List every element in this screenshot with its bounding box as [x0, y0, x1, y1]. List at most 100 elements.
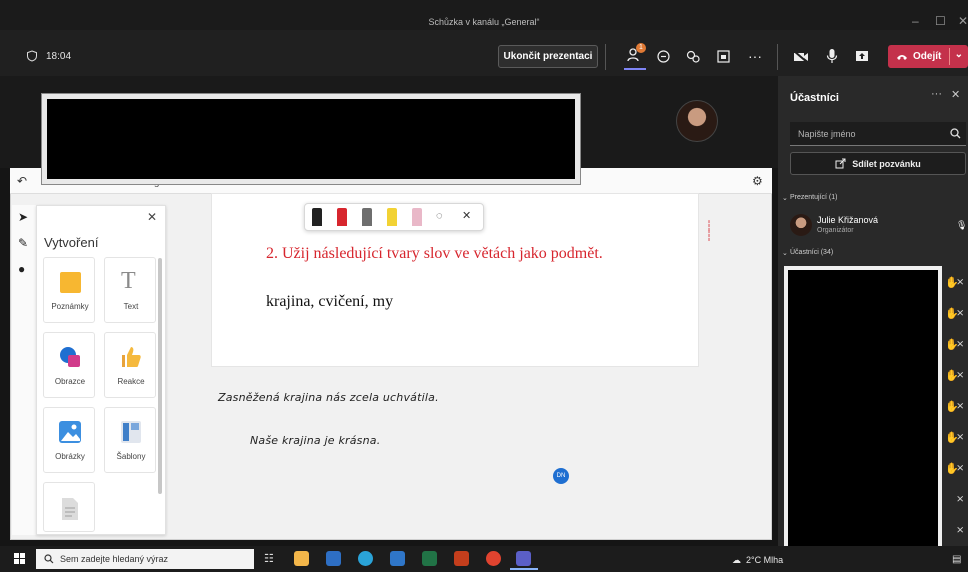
camera-off-icon[interactable]: [793, 50, 809, 64]
meeting-toolbar: [0, 30, 968, 76]
tile-shapes[interactable]: Obrazce: [43, 332, 95, 398]
handwritten-sentence-2: Naše krajina je krásna.: [250, 434, 381, 447]
tile-notes[interactable]: Poznámky: [43, 257, 95, 323]
mic-muted-icon: ⨯: [956, 525, 965, 536]
more-icon[interactable]: ···: [931, 88, 942, 100]
participants-badge: 1: [636, 43, 646, 53]
pen-tool-icon[interactable]: ✎: [18, 236, 28, 250]
presenter-avatar: [790, 214, 812, 236]
excel-icon[interactable]: [422, 551, 437, 566]
tile-label: Šablony: [116, 452, 146, 461]
panel-close-icon[interactable]: ✕: [147, 210, 157, 224]
add-icon[interactable]: ●: [18, 262, 25, 276]
chat-icon[interactable]: [656, 49, 671, 64]
mic-muted-icon: ⨯: [956, 494, 965, 505]
red-pen-icon[interactable]: [337, 208, 347, 226]
mic-muted-icon: ⨯: [956, 463, 965, 474]
presenter-video-avatar: [676, 100, 718, 142]
microphone-icon[interactable]: [826, 48, 838, 64]
select-tool-icon[interactable]: ➤: [18, 210, 28, 224]
close-panel-icon[interactable]: ✕: [951, 88, 960, 101]
tile-images[interactable]: Obrázky: [43, 407, 95, 473]
leave-label: Odejít: [913, 51, 942, 62]
search-icon: [950, 128, 961, 139]
search-icon: [44, 554, 54, 564]
minimize-icon[interactable]: –: [912, 14, 919, 28]
presenter-role: Organizátor: [817, 227, 854, 234]
tile-label: Poznámky: [51, 302, 89, 311]
outlook-icon[interactable]: [326, 551, 341, 566]
template-icon: [121, 421, 141, 443]
highlighter-icon[interactable]: [387, 208, 397, 226]
attendees-header[interactable]: Účastníci (34): [790, 249, 833, 256]
task-view-icon[interactable]: ☷: [264, 552, 274, 565]
mic-muted-icon: ⨯: [956, 277, 965, 288]
red-ink-mark: ┆ ┆: [706, 221, 713, 242]
participants-button[interactable]: 1: [624, 43, 646, 70]
sticky-note-icon: [60, 272, 81, 293]
toolbar-divider: [777, 44, 778, 70]
gear-icon[interactable]: ⚙: [752, 174, 763, 188]
tile-text[interactable]: T Text: [104, 257, 156, 323]
task-instruction: 2. Užij následující tvary slov ve větách…: [266, 245, 603, 262]
more-options-icon[interactable]: ···: [748, 48, 762, 64]
thumbs-up-icon: [122, 347, 141, 367]
elapsed-time: 18:04: [46, 50, 72, 62]
weather-text[interactable]: 2°C Mlha: [746, 555, 783, 565]
collaborator-cursor: DN: [553, 468, 569, 484]
close-icon[interactable]: ✕: [958, 14, 968, 28]
maximize-icon[interactable]: ☐: [935, 14, 946, 28]
stop-presenting-button[interactable]: Ukončit prezentaci: [498, 45, 598, 68]
redacted-region: [42, 94, 580, 184]
presenters-header[interactable]: Prezentující (1): [790, 194, 837, 201]
undo-icon[interactable]: ↶: [17, 174, 27, 188]
chevron-down-icon[interactable]: ⌄: [782, 194, 788, 202]
eraser-icon[interactable]: [412, 208, 422, 226]
chevron-down-icon[interactable]: ⌄: [955, 49, 963, 60]
weather-icon: ☁: [732, 555, 741, 565]
panel-scrollbar[interactable]: [158, 258, 162, 494]
tile-templates[interactable]: Šablony: [104, 407, 156, 473]
tools-rail: [12, 205, 38, 535]
reactions-icon[interactable]: [686, 49, 701, 64]
share-invite-button[interactable]: Sdílet pozvánku: [790, 152, 966, 175]
chevron-down-icon[interactable]: ⌄: [782, 249, 788, 257]
chrome-icon[interactable]: [486, 551, 501, 566]
powerpoint-icon[interactable]: [454, 551, 469, 566]
tile-reactions[interactable]: Reakce: [104, 332, 156, 398]
active-indicator: [624, 68, 646, 70]
participants-title: Účastníci: [790, 92, 839, 104]
tile-label: Reakce: [117, 377, 145, 386]
edge-icon[interactable]: [358, 551, 373, 566]
window-title: Schůzka v kanálu „General“: [428, 17, 540, 27]
microphone-icon: 🎙: [956, 220, 968, 230]
shield-icon: [27, 50, 37, 62]
black-pen-icon[interactable]: [312, 208, 322, 226]
share-invite-label: Sdílet pozvánku: [852, 158, 921, 169]
hang-up-icon: [897, 54, 907, 60]
rooms-icon[interactable]: [716, 49, 731, 64]
share-content-icon[interactable]: [855, 49, 869, 63]
mic-muted-icon: ⨯: [956, 432, 965, 443]
file-explorer-icon[interactable]: [294, 551, 309, 566]
word-icon[interactable]: [390, 551, 405, 566]
lasso-icon[interactable]: ◌: [436, 210, 443, 222]
taskbar-search-input[interactable]: Sem zadejte hledaný výraz: [36, 549, 254, 569]
active-app-indicator: [510, 568, 538, 570]
toolbar-divider: [605, 44, 606, 70]
share-icon: [835, 158, 846, 169]
leave-button[interactable]: Odejít ⌄: [888, 45, 968, 68]
participant-search-input[interactable]: Napište jméno: [790, 122, 966, 146]
document-icon: [62, 498, 78, 520]
close-pen-toolbar-icon[interactable]: ✕: [462, 209, 471, 222]
handwritten-sentence-1: Zasněžená krajina nás zcela uchvátila.: [218, 391, 439, 404]
notification-icon[interactable]: ▤: [952, 554, 961, 565]
mic-muted-icon: ⨯: [956, 401, 965, 412]
tile-document[interactable]: [43, 482, 95, 532]
windows-start-icon[interactable]: [14, 553, 26, 565]
tile-label: Obrazce: [54, 377, 86, 386]
teams-icon[interactable]: [516, 551, 531, 566]
gray-pen-icon[interactable]: [362, 208, 372, 226]
shapes-icon: [60, 347, 80, 367]
presenter-name[interactable]: Julie Křižanová: [817, 215, 878, 225]
